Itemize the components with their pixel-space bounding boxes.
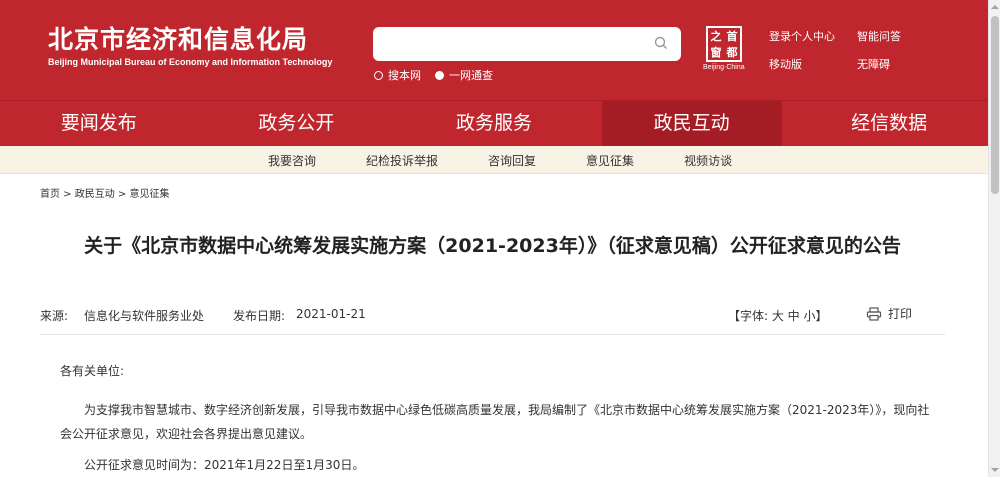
search-icon[interactable] xyxy=(653,35,669,51)
accessibility-link[interactable]: 无障碍 xyxy=(857,56,937,72)
vertical-scrollbar[interactable] xyxy=(988,0,1000,477)
nav-item-gov-service[interactable]: 政务服务 xyxy=(404,101,584,147)
top-links: 登录个人中心 智能问答 移动版 无障碍 xyxy=(769,28,949,72)
nav-item-news[interactable]: 要闻发布 xyxy=(9,101,189,147)
nav-item-interaction[interactable]: 政民互动 xyxy=(601,100,782,153)
main-nav: 要闻发布 政务公开 政务服务 政民互动 经信数据 xyxy=(0,100,988,153)
subnav-item-opinion[interactable]: 意见征集 xyxy=(586,152,634,169)
subnav-item-complaint[interactable]: 纪检投诉举报 xyxy=(366,152,438,169)
source-label: 来源: xyxy=(40,309,69,323)
site-logo-subtitle: Beijing Municipal Bureau of Economy and … xyxy=(48,57,333,67)
divider xyxy=(40,334,945,335)
article-paragraph: 为支撑我市智慧城市、数字经济创新发展，引导我市数据中心绿色低碳高质量发展，我局编… xyxy=(60,403,930,441)
subnav-item-consult[interactable]: 我要咨询 xyxy=(268,152,316,169)
site-logo-title[interactable]: 北京市经济和信息化局 xyxy=(48,20,308,56)
sub-nav: 我要咨询 纪检投诉举报 咨询回复 意见征集 视频访谈 xyxy=(0,146,988,174)
date-value: 2021-01-21 xyxy=(296,307,366,321)
scroll-down-icon[interactable] xyxy=(989,463,1000,477)
mobile-link[interactable]: 移动版 xyxy=(769,56,857,72)
search-scope-options: 搜本网 一网通查 xyxy=(374,67,493,83)
seal-caption: Beijing·China xyxy=(703,64,745,71)
printer-icon xyxy=(866,306,882,321)
print-button[interactable]: 打印 xyxy=(866,305,912,322)
radio-icon xyxy=(374,70,383,80)
breadcrumb[interactable]: 首页 > 政民互动 > 意见征集 xyxy=(40,185,169,200)
source-value: 信息化与软件服务业处 xyxy=(84,309,205,323)
nav-item-gov-open[interactable]: 政务公开 xyxy=(206,101,386,147)
article-title: 关于《北京市数据中心统筹发展实施方案（2021-2023年）》（征求意见稿）公开… xyxy=(84,235,901,257)
subnav-item-video[interactable]: 视频访谈 xyxy=(684,152,732,169)
font-size-controls[interactable]: 【字体: 大 中 小】 xyxy=(728,307,828,324)
scroll-thumb[interactable] xyxy=(991,16,999,194)
search-input[interactable] xyxy=(373,27,681,61)
capital-seal-logo: 之 首 窗 都 xyxy=(706,26,742,62)
article-salutation: 各有关单位: xyxy=(60,364,125,378)
login-link[interactable]: 登录个人中心 xyxy=(769,28,857,44)
article-paragraph: 公开征求意见时间为：2021年1月22日至1月30日。 xyxy=(84,458,365,472)
subnav-item-reply[interactable]: 咨询回复 xyxy=(488,152,536,169)
search-scope-site[interactable]: 搜本网 xyxy=(374,67,421,83)
site-header: 北京市经济和信息化局 Beijing Municipal Bureau of E… xyxy=(0,0,988,100)
scroll-up-icon[interactable] xyxy=(989,0,1000,14)
radio-selected-icon xyxy=(435,70,444,80)
date-label: 发布日期: xyxy=(233,309,286,323)
smart-qa-link[interactable]: 智能问答 xyxy=(857,28,937,44)
nav-item-data[interactable]: 经信数据 xyxy=(799,101,979,147)
search-scope-all[interactable]: 一网通查 xyxy=(435,67,493,83)
